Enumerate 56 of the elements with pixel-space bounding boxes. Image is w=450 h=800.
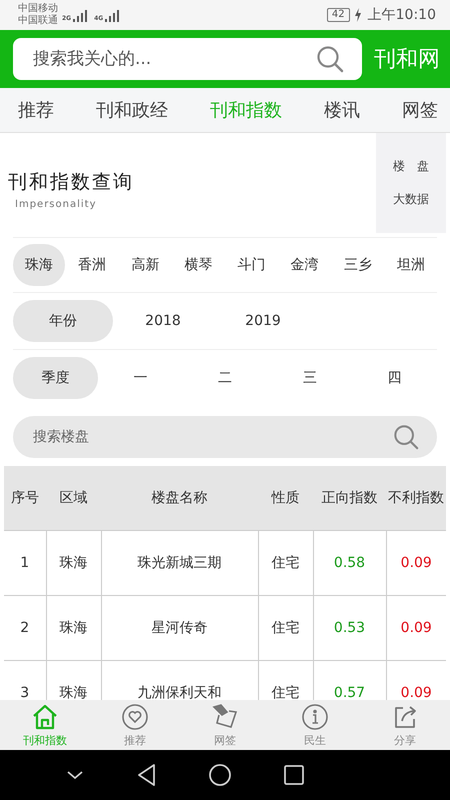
column-header: 序号 (4, 466, 46, 530)
column-header: 正向指数 (313, 466, 386, 530)
table-cell: 珠光新城三期 (101, 530, 258, 596)
back-icon[interactable] (136, 763, 158, 787)
table-cell: 0.09 (386, 530, 446, 596)
column-header: 不利指数 (386, 466, 446, 530)
charging-icon (354, 8, 362, 22)
year-option[interactable]: 2019 (213, 307, 313, 335)
carrier-name: 中国联通 (18, 15, 58, 27)
year-option[interactable]: 2018 (113, 307, 213, 335)
table-cell: 住宅 (258, 596, 313, 660)
brand-title: 刊和网 (374, 46, 440, 74)
table-cell: 珠海 (46, 530, 101, 596)
region-option[interactable]: 斗门 (226, 244, 278, 286)
info-icon (301, 702, 329, 730)
carrier-name: 中国移动 (18, 3, 58, 14)
section-subtitle: Impersonality (15, 198, 98, 210)
home-circle-icon[interactable] (208, 763, 232, 787)
clock: 上午10:10 (368, 6, 436, 24)
table-cell: 0.53 (313, 596, 386, 660)
quarter-option[interactable]: 三 (268, 363, 352, 393)
region-option[interactable]: 坦洲 (384, 244, 437, 286)
column-header: 区域 (46, 466, 101, 530)
table-cell: 珠海 (46, 596, 101, 660)
region-option[interactable]: 三乡 (332, 244, 384, 286)
region-option[interactable]: 金湾 (278, 244, 331, 286)
project-search-field[interactable]: 搜索楼盘 (13, 416, 437, 458)
section-title: 刊和指数查询 (8, 170, 135, 194)
nav-tab[interactable]: 网签 (402, 98, 438, 122)
region-option[interactable]: 珠海 (13, 244, 65, 286)
nav-tab[interactable]: 刊和政经 (96, 98, 168, 122)
region-option[interactable]: 高新 (119, 244, 172, 286)
column-header: 楼盘名称 (101, 466, 258, 530)
battery-indicator: 42 (326, 8, 350, 22)
table-cell: 2 (4, 596, 46, 660)
column-header: 性质 (258, 466, 313, 530)
home-icon (31, 702, 59, 730)
search-icon[interactable] (316, 45, 344, 73)
nav-tab[interactable]: 楼讯 (324, 98, 360, 122)
big-data-link[interactable]: 楼 盘 大数据 (376, 133, 446, 233)
chevron-down-icon[interactable] (65, 769, 86, 781)
nav-tab[interactable]: 推荐 (18, 98, 54, 122)
region-option[interactable]: 香洲 (66, 244, 118, 286)
table-cell: 星河传奇 (101, 596, 258, 660)
search-icon[interactable] (393, 424, 419, 450)
table-cell: 住宅 (258, 530, 313, 596)
quarter-label: 季度 (13, 357, 98, 399)
search-field[interactable]: 搜索我关心的... (13, 38, 362, 80)
table-cell: 0.58 (313, 530, 386, 596)
quarter-option[interactable]: 二 (182, 363, 268, 393)
recents-icon[interactable] (282, 764, 305, 786)
table-cell: 1 (4, 530, 46, 596)
quarter-option[interactable]: 一 (98, 363, 183, 393)
quarter-option[interactable]: 四 (352, 363, 437, 393)
region-option[interactable]: 横琴 (172, 244, 224, 286)
year-label: 年份 (13, 300, 113, 342)
